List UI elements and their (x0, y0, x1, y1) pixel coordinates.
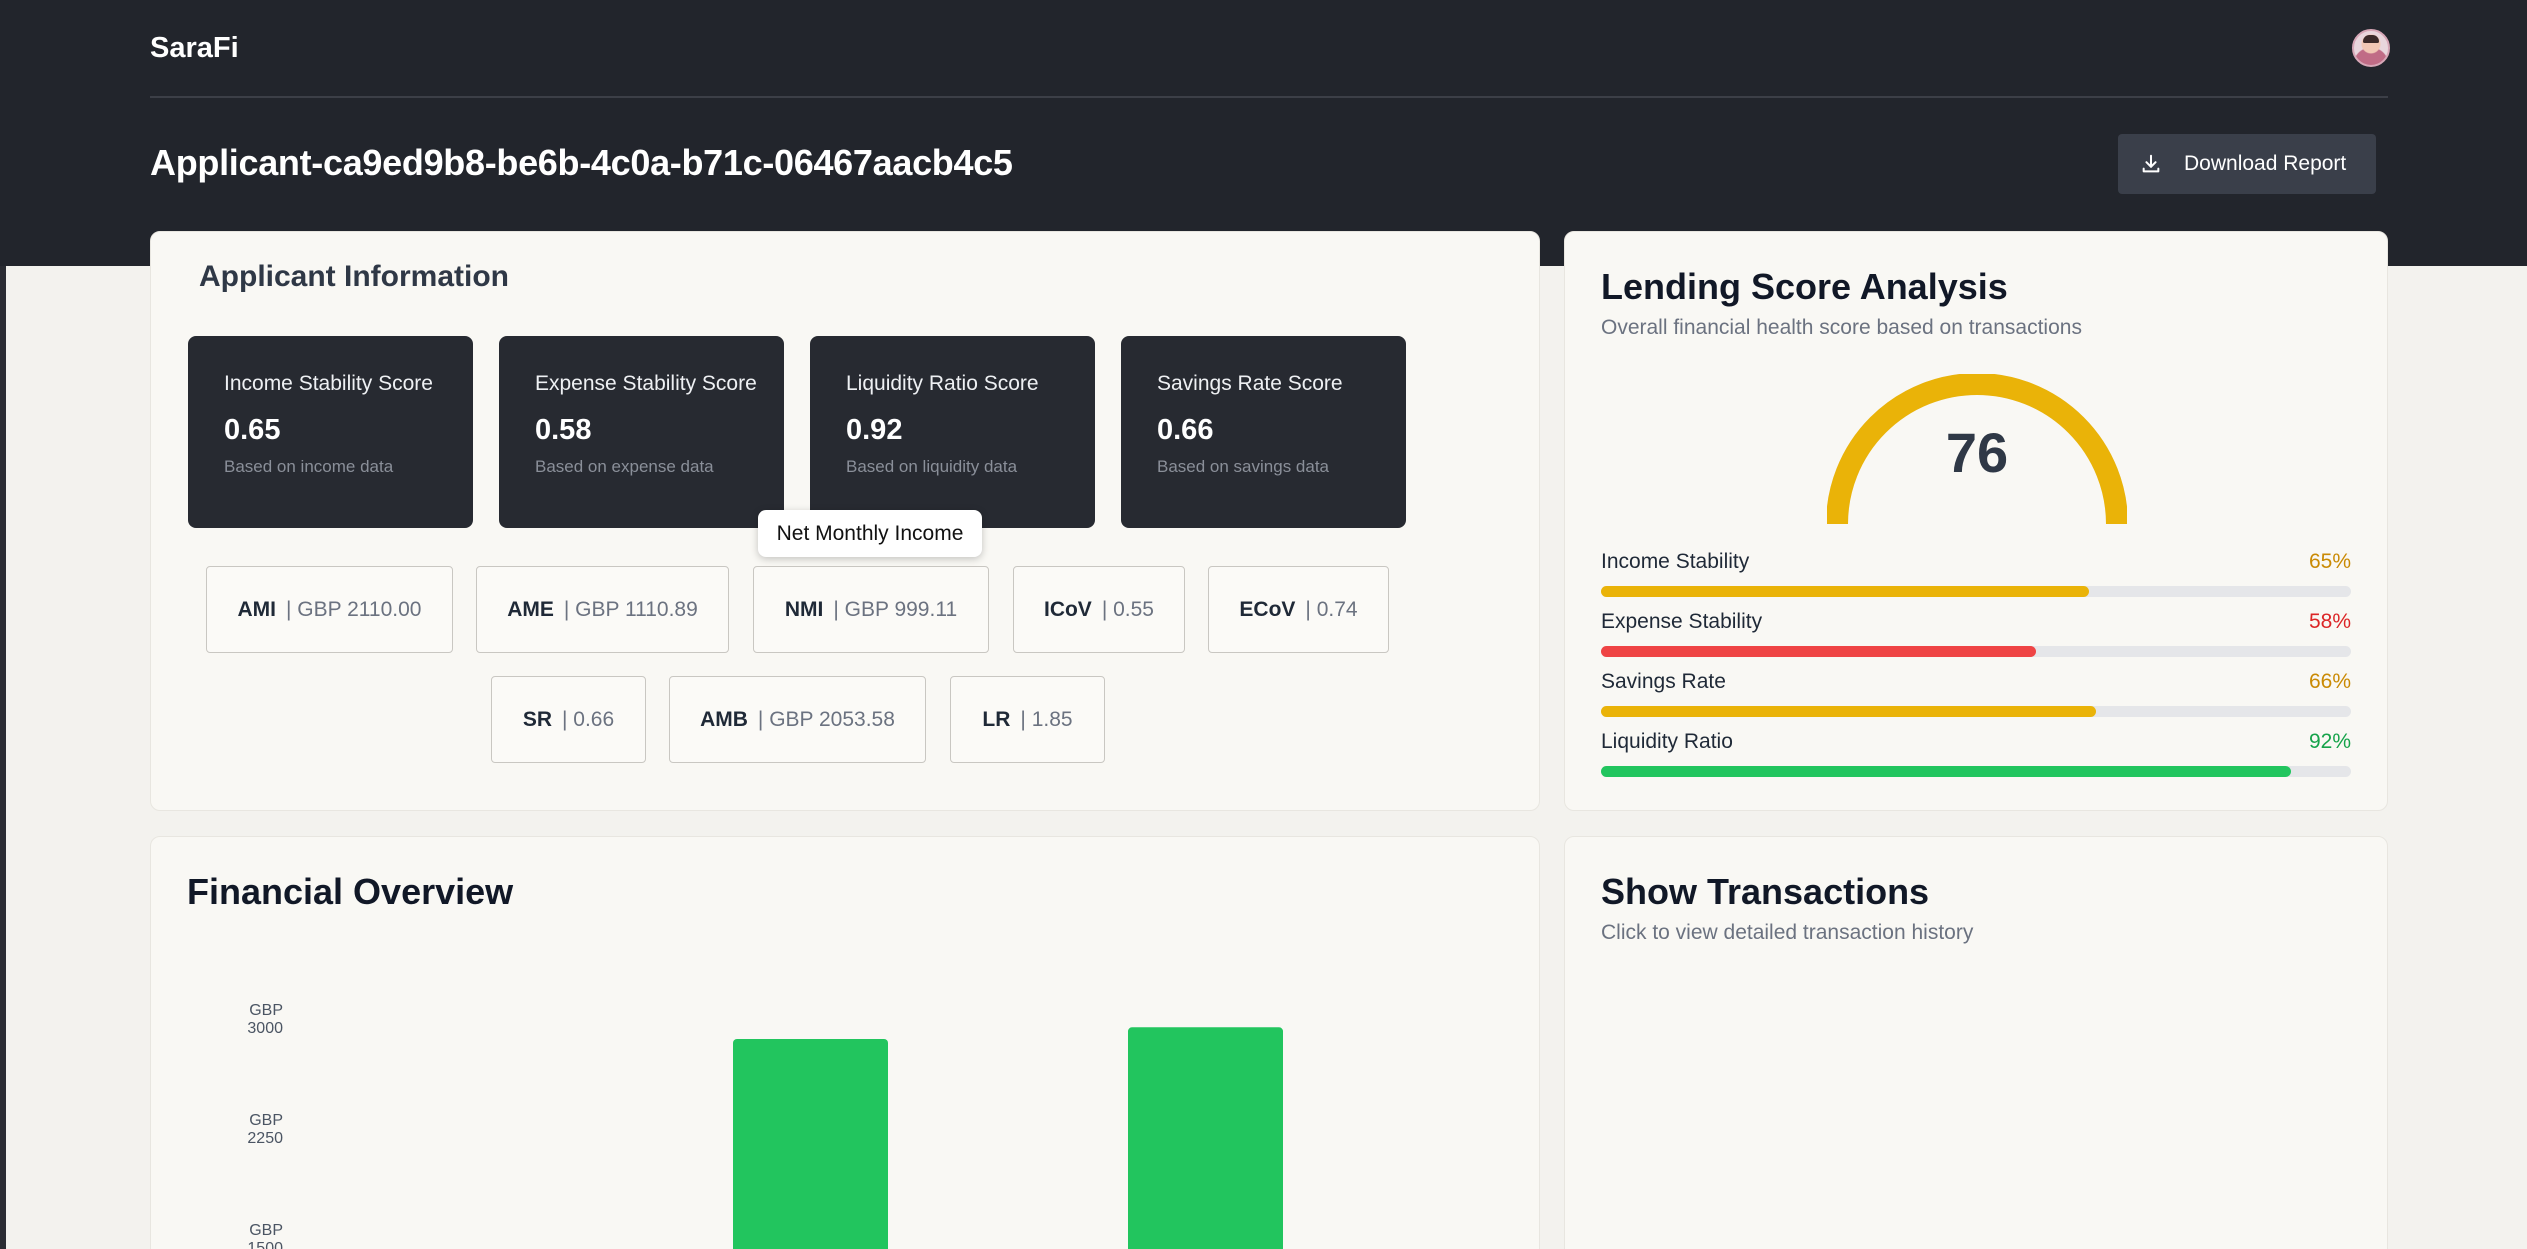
income-stability-tile: Income Stability Score 0.65 Based on inc… (188, 336, 473, 528)
bar-percent: 66% (2308, 670, 2351, 693)
metric-value: | GBP 999.11 (833, 597, 958, 621)
metric-value: | 0.66 (562, 707, 615, 731)
bar-track (1601, 766, 2351, 777)
metric-key: ECoV (1239, 597, 1296, 621)
savings-rate-tile: Savings Rate Score 0.66 Based on savings… (1121, 336, 1406, 528)
metric-key: AMI (237, 597, 277, 621)
lending-score-card: Lending Score Analysis Overall financial… (1564, 231, 2388, 811)
bar-label: Income Stability (1601, 550, 1750, 573)
tile-subtext: Based on income data (224, 457, 394, 476)
tile-label: Expense Stability Score (535, 372, 757, 395)
lending-score-subtitle: Overall financial health score based on … (1601, 316, 2082, 339)
user-avatar[interactable] (2352, 29, 2390, 67)
financial-overview-card: GBP 3000 GBP 2250 GBP 1500 Financial Overview (150, 836, 1540, 1249)
header-band (0, 0, 2527, 266)
show-transactions-subtitle: Click to view detailed transaction histo… (1601, 921, 1974, 944)
lending-score-value: 76 (1945, 421, 2009, 484)
tile-label: Income Stability Score (224, 372, 433, 395)
metric-icov[interactable]: ICoV | 0.55 (1013, 566, 1185, 653)
tile-label: Liquidity Ratio Score (846, 372, 1039, 395)
y-tick-label: GBP 3000 (247, 1002, 283, 1037)
page-title: Applicant-ca9ed9b8-be6b-4c0a-b71c-06467a… (150, 142, 1013, 183)
chart-bar[interactable] (1128, 1027, 1283, 1249)
chart-bar[interactable] (733, 1039, 888, 1249)
applicant-info-title: Applicant Information (199, 260, 509, 293)
brand-logo[interactable]: SaraFi (150, 32, 239, 65)
metric-tooltip: Net Monthly Income (758, 510, 982, 557)
bar-label: Savings Rate (1601, 670, 1726, 693)
y-tick-label: GBP 2250 (247, 1112, 283, 1147)
download-icon (2142, 154, 2160, 173)
tile-value: 0.92 (846, 414, 903, 446)
bar-label: Expense Stability (1601, 610, 1763, 633)
tile-subtext: Based on savings data (1157, 457, 1330, 476)
metric-key: AME (507, 597, 554, 621)
bar-label: Liquidity Ratio (1601, 730, 1733, 753)
bar-percent: 65% (2308, 550, 2351, 573)
bar-fill (1601, 766, 2291, 777)
bar-track (1601, 586, 2351, 597)
bar-track (1601, 646, 2351, 657)
metric-key: AMB (700, 707, 748, 731)
metric-lr[interactable]: LR | 1.85 (950, 676, 1105, 763)
metric-value: | GBP 1110.89 (563, 597, 698, 621)
tile-value: 0.66 (1157, 414, 1214, 446)
metric-key: SR (522, 707, 552, 731)
tile-subtext: Based on liquidity data (846, 457, 1018, 476)
bar-fill (1601, 586, 2089, 597)
metric-value: | 0.74 (1305, 597, 1358, 621)
bar-fill (1601, 646, 2036, 657)
tile-label: Savings Rate Score (1157, 372, 1343, 395)
metric-value: | 0.55 (1101, 597, 1154, 621)
metric-value: | GBP 2110.00 (286, 597, 422, 621)
header-divider (150, 96, 2388, 98)
bar-track (1601, 706, 2351, 717)
metric-value: | 1.85 (1020, 707, 1073, 731)
metric-key: NMI (784, 597, 824, 621)
bar-percent: 58% (2308, 610, 2351, 633)
metric-nmi[interactable]: NMI | GBP 999.11 (753, 566, 989, 653)
expense-stability-tile: Expense Stability Score 0.58 Based on ex… (499, 336, 784, 528)
metric-key: ICoV (1043, 597, 1092, 621)
y-tick-label: GBP 1500 (247, 1222, 283, 1249)
tile-value: 0.65 (224, 414, 281, 446)
financial-overview-title: Financial Overview (187, 871, 514, 912)
download-report-button[interactable]: Download Report (2118, 134, 2376, 194)
show-transactions-card[interactable]: Show Transactions Click to view detailed… (1564, 836, 2388, 1249)
metric-ami[interactable]: AMI | GBP 2110.00 (206, 566, 453, 653)
download-report-label: Download Report (2184, 152, 2347, 175)
metric-key: LR (982, 707, 1011, 731)
tile-subtext: Based on expense data (535, 457, 714, 476)
show-transactions-title[interactable]: Show Transactions (1601, 871, 1929, 913)
metric-value: | GBP 2053.58 (757, 707, 895, 731)
bar-percent: 92% (2308, 730, 2351, 753)
lending-score-title: Lending Score Analysis (1601, 266, 2008, 307)
tile-value: 0.58 (535, 414, 592, 446)
metric-amb[interactable]: AMB | GBP 2053.58 (669, 676, 926, 763)
liquidity-ratio-tile: Liquidity Ratio Score 0.92 Based on liqu… (810, 336, 1095, 528)
metric-ecov[interactable]: ECoV | 0.74 (1208, 566, 1389, 653)
bar-fill (1601, 706, 2096, 717)
metric-ame[interactable]: AME | GBP 1110.89 (476, 566, 729, 653)
metric-sr[interactable]: SR | 0.66 (491, 676, 646, 763)
